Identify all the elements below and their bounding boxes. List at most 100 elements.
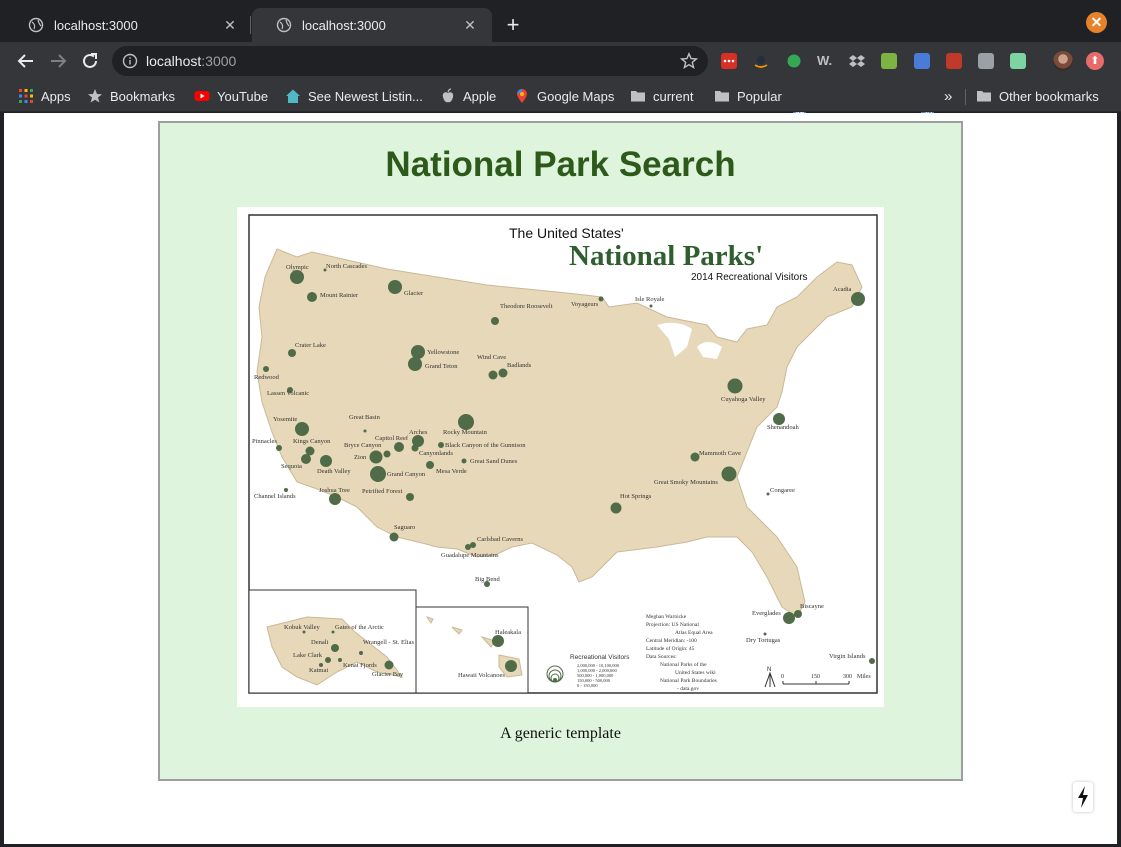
park-label: Shenandoah	[767, 424, 800, 431]
north-label: N	[767, 667, 771, 673]
park-marker	[492, 635, 504, 647]
bookmarks-bar: Apps Bookmarks YouTube See Newest Listin…	[0, 80, 1121, 112]
bookmark-google-maps[interactable]: Google Maps	[514, 86, 614, 106]
park-label: Mammoth Cave	[699, 450, 741, 457]
bookmark-label: Other bookmarks	[999, 88, 1099, 104]
park-label: Rocky Mountain	[443, 429, 488, 436]
toolbar: localhost:3000 9+ W. 30 ⬆	[0, 42, 1121, 118]
park-label: Grand Canyon	[387, 471, 426, 478]
new-tab-plus-icon[interactable]: +	[502, 14, 524, 36]
scale-label: 0	[781, 674, 784, 680]
reload-icon[interactable]	[79, 50, 101, 72]
d-extension-icon[interactable]	[1010, 53, 1026, 69]
park-marker	[331, 644, 339, 652]
park-marker	[408, 357, 422, 371]
calendar-extension-icon[interactable]	[914, 53, 930, 69]
park-marker	[488, 370, 498, 380]
update-available-icon[interactable]: ⬆	[1086, 52, 1104, 70]
park-label: Petrified Forest	[362, 488, 402, 495]
bookmark-apps[interactable]: Apps	[18, 86, 71, 106]
park-label: Black Canyon of the Gunnison	[445, 442, 526, 449]
address-bar[interactable]: localhost:3000	[112, 46, 708, 76]
lastpass-extension-icon[interactable]	[721, 53, 737, 69]
map-caption: A generic template	[500, 725, 621, 742]
park-label: Crater Lake	[295, 342, 326, 349]
park-label: Sequoia	[281, 463, 302, 470]
park-marker	[794, 610, 802, 618]
park-marker	[290, 270, 304, 284]
tab-localhost-2[interactable]: localhost:3000 ✕	[252, 8, 492, 42]
park-label: Big Bend	[475, 576, 500, 583]
bookmark-folder-current[interactable]: current	[630, 86, 693, 106]
park-marker	[394, 442, 404, 452]
park-marker	[649, 304, 653, 308]
bug-extension-icon[interactable]	[946, 53, 962, 69]
credit-line: Meghan Warnicke	[646, 614, 687, 620]
park-marker	[384, 660, 394, 670]
forward-arrow-icon[interactable]	[47, 50, 69, 72]
scale-label: Miles	[857, 674, 871, 680]
r-extension-icon[interactable]	[978, 53, 994, 69]
bookmark-bookmarks[interactable]: Bookmarks	[87, 86, 175, 106]
bookmark-folder-popular[interactable]: Popular	[714, 86, 782, 106]
credit-line: - data.gov	[677, 686, 699, 692]
park-label: Yosemite	[273, 416, 297, 423]
park-marker	[491, 317, 499, 325]
tab-close-icon[interactable]: ✕	[460, 17, 480, 34]
park-label: Everglades	[752, 610, 781, 617]
park-label: Voyageurs	[571, 301, 599, 308]
park-marker	[369, 450, 383, 464]
park-label: Badlands	[507, 362, 532, 369]
window-close-icon[interactable]: ✕	[1086, 12, 1107, 33]
tab-localhost-1[interactable]: localhost:3000 ✕	[4, 8, 252, 42]
park-marker	[598, 296, 604, 302]
wordtune-extension-icon[interactable]: W.	[817, 53, 833, 69]
profile-avatar[interactable]	[1053, 51, 1073, 71]
park-marker	[370, 466, 386, 482]
park-label: Joshua Tree	[319, 487, 350, 494]
back-arrow-icon[interactable]	[15, 50, 37, 72]
park-marker	[505, 660, 517, 672]
site-info-icon[interactable]	[122, 53, 138, 69]
park-marker	[783, 612, 795, 624]
tab-title: localhost:3000	[302, 17, 386, 33]
lightning-bolt-icon[interactable]	[1073, 782, 1093, 812]
folder-icon	[977, 91, 991, 102]
park-label: Arches	[409, 429, 428, 436]
park-label: Carlsbad Caverns	[477, 536, 524, 543]
apple-icon	[442, 88, 454, 103]
park-marker	[301, 454, 311, 464]
bookmarks-divider	[965, 89, 966, 105]
park-marker	[284, 488, 288, 492]
park-label: Katmai	[309, 667, 328, 674]
park-label: Lake Clark	[293, 652, 323, 659]
bookmark-label: Apple	[463, 88, 497, 104]
park-label: Hot Springs	[620, 493, 652, 500]
chat-extension-icon[interactable]	[786, 53, 802, 69]
park-marker	[851, 292, 865, 306]
amazon-extension-icon[interactable]	[753, 53, 769, 69]
park-marker	[763, 632, 767, 636]
park-label: Denali	[311, 639, 329, 646]
money-extension-icon[interactable]	[881, 53, 897, 69]
bookmark-youtube[interactable]: YouTube	[194, 86, 268, 106]
credit-line: Central Meridian: -100	[646, 638, 697, 644]
legend-title: Recreational Visitors	[570, 654, 630, 661]
bookmark-other[interactable]: Other bookmarks	[976, 86, 1099, 106]
bookmark-newest-listings[interactable]: See Newest Listin...	[285, 86, 423, 106]
bookmarks-overflow-chevron-icon[interactable]: »	[944, 86, 952, 106]
bookmark-star-icon[interactable]	[680, 52, 698, 70]
park-label: Congaree	[770, 487, 795, 494]
national-parks-map-image: The United States' National Parks' 2014 …	[237, 207, 884, 707]
park-label: Gates of the Arctic	[335, 624, 384, 631]
dropbox-extension-icon[interactable]	[849, 53, 865, 69]
tab-close-icon[interactable]: ✕	[220, 17, 240, 34]
park-label: North Cascades	[326, 263, 367, 270]
credit-line: United States wiki	[675, 670, 716, 676]
park-label: Glacier	[404, 290, 424, 297]
page-viewport: National Park Search The United States' …	[4, 113, 1117, 844]
bookmark-apple[interactable]: Apple	[440, 86, 496, 106]
bookmark-label: YouTube	[217, 88, 269, 104]
park-marker	[458, 414, 474, 430]
park-label: Haleakala	[495, 629, 521, 636]
